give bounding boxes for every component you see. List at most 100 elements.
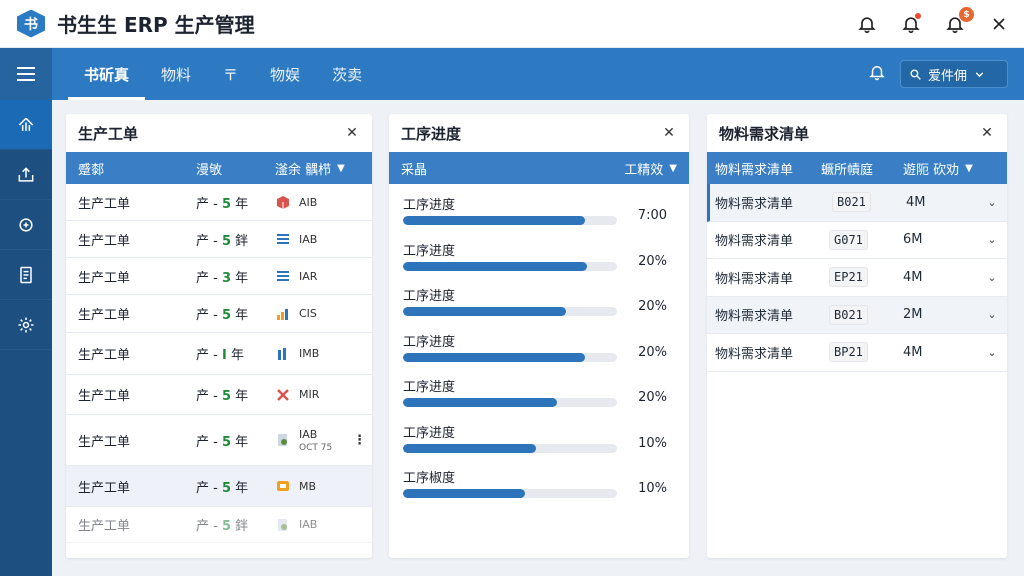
order-sub: OCT 75 bbox=[299, 442, 333, 453]
material-name: 物料需求清单 bbox=[715, 309, 794, 325]
order-code: IAB bbox=[299, 427, 318, 441]
close-icon[interactable] bbox=[988, 13, 1010, 35]
panel-title: 生产工单 bbox=[78, 124, 139, 143]
order-code: IAR bbox=[299, 269, 318, 283]
table-header: 物料需求清单 蟩所幘庭 遊阨 砍劝 ▼ bbox=[707, 152, 1007, 184]
close-icon[interactable]: ✕ bbox=[979, 125, 995, 141]
table-row[interactable]: 物料需求清单 B021 4M ⌄ bbox=[707, 184, 1007, 222]
progress-track bbox=[403, 307, 617, 316]
progress-fill bbox=[403, 443, 536, 453]
sidebar-item-export[interactable] bbox=[0, 150, 52, 200]
column-header[interactable]: 遊阨 砍劝 ▼ bbox=[899, 152, 1007, 184]
progress-value: 10% bbox=[638, 481, 667, 496]
export-icon bbox=[18, 166, 34, 182]
alert-bell-icon[interactable] bbox=[900, 13, 922, 35]
table-row[interactable]: 生产工单 产 - 3 年 IAR bbox=[66, 258, 372, 295]
order-code: AIB bbox=[299, 195, 318, 209]
progress-row: 工序进度 20% bbox=[389, 234, 689, 280]
order-duration: 产 - 5 年 bbox=[196, 196, 249, 212]
notification-bell-icon[interactable]: $ bbox=[944, 7, 974, 35]
table-row[interactable]: 生产工单 产 - 5 年 AIB bbox=[66, 184, 372, 221]
chevron-down-icon[interactable]: ⌄ bbox=[977, 271, 1007, 284]
tab-logistics[interactable]: 物娱 bbox=[254, 48, 316, 100]
table-row[interactable]: 物料需求清单 EP21 4M ⌄ bbox=[707, 259, 1007, 297]
order-code: IMB bbox=[299, 347, 320, 360]
table-row[interactable]: 生产工单 产 - 5 年 MIR bbox=[66, 375, 372, 415]
progress-track bbox=[403, 261, 617, 271]
tab-misc[interactable]: 〒 bbox=[207, 48, 254, 100]
bell-icon[interactable] bbox=[856, 13, 878, 35]
title-bar: 书 书生生 ERP 生产管理 $ bbox=[0, 0, 1024, 48]
material-qty: 4M bbox=[903, 269, 923, 285]
order-duration: 产 - 5 年 bbox=[196, 308, 249, 323]
material-requirements-panel: 物料需求清单 ✕ 物料需求清单 蟩所幘庭 遊阨 砍劝 ▼ 物料需求清单 B021 4M… bbox=[707, 114, 1007, 558]
order-status: MB bbox=[271, 478, 372, 494]
sidebar-item-settings[interactable] bbox=[0, 300, 52, 350]
column-header[interactable]: 蹙䣛 bbox=[66, 152, 186, 184]
sidebar-item-home[interactable] bbox=[0, 100, 52, 150]
progress-label: 工序进度 bbox=[403, 289, 456, 304]
material-code: B021 bbox=[813, 304, 899, 325]
notification-badge: $ bbox=[959, 7, 974, 22]
order-name: 生产工单 bbox=[78, 308, 131, 323]
progress-value: 20% bbox=[638, 344, 667, 360]
menu-icon[interactable] bbox=[0, 48, 52, 100]
column-header[interactable]: 采晶 bbox=[389, 152, 624, 184]
table-row[interactable]: 生产工单 产 - 5 年 CIS bbox=[66, 295, 372, 333]
alert-dot bbox=[915, 13, 921, 19]
table-row[interactable]: 物料需求清单 B021 2M ⌄ bbox=[707, 296, 1007, 334]
chevron-down-icon[interactable]: ⌄ bbox=[977, 308, 1007, 321]
orange-box-icon bbox=[275, 478, 291, 494]
column-header[interactable]: 工精效 ▼ bbox=[624, 152, 689, 184]
titlebar-actions: $ bbox=[856, 0, 1010, 48]
progress-value: 20% bbox=[638, 299, 667, 314]
chevron-down-icon[interactable]: ⌄ bbox=[977, 346, 1007, 359]
progress-value: 20% bbox=[638, 253, 667, 269]
nav-bell-icon[interactable] bbox=[868, 63, 886, 85]
table-row[interactable]: 生产工单 产 - 5 年 MB bbox=[66, 466, 372, 507]
material-code: EP21 bbox=[813, 267, 899, 288]
column-header[interactable]: 漫敂 bbox=[186, 152, 271, 184]
progress-row: 工序进度 7:00 bbox=[389, 188, 689, 234]
material-name: 物料需求清单 bbox=[715, 271, 794, 287]
order-duration: 产 - 5 年 bbox=[196, 480, 249, 496]
x-icon bbox=[275, 387, 291, 403]
chevron-down-icon[interactable]: ⌄ bbox=[977, 233, 1007, 246]
order-name: 生产工单 bbox=[78, 519, 131, 534]
close-icon[interactable]: ✕ bbox=[661, 125, 677, 141]
table-row[interactable]: 生产工单 产 - I 年 IMB bbox=[66, 333, 372, 375]
chevron-down-icon[interactable]: ⌄ bbox=[977, 196, 1007, 209]
user-menu-button[interactable]: 爱件佣 bbox=[900, 60, 1008, 88]
sidebar-item-report[interactable] bbox=[0, 250, 52, 300]
order-status: IAB bbox=[271, 517, 372, 533]
panel-title: 工序进度 bbox=[401, 124, 462, 143]
materials-list: 物料需求清单 B021 4M ⌄ 物料需求清单 G071 6M ⌄ 物料需求清单 EP21 4M ⌄ 物… bbox=[707, 184, 1007, 372]
order-name: 生产工单 bbox=[78, 196, 131, 212]
table-row[interactable]: 物料需求清单 BP21 4M ⌄ bbox=[707, 334, 1007, 372]
order-duration: 产 - 5 鉡 bbox=[196, 519, 249, 534]
close-icon[interactable]: ✕ bbox=[344, 125, 360, 141]
chevron-down-icon bbox=[975, 71, 984, 77]
column-header[interactable]: 蟩所幘庭 bbox=[813, 152, 899, 184]
table-row[interactable]: 物料需求清单 G071 6M ⌄ bbox=[707, 222, 1007, 259]
table-row[interactable]: 生产工单 产 - 5 鉡 IAB bbox=[66, 507, 372, 543]
more-icon[interactable]: ⋮ bbox=[353, 433, 366, 448]
tab-materials[interactable]: 物料 bbox=[145, 48, 207, 100]
material-qty: 6M bbox=[903, 232, 923, 248]
table-row[interactable]: 生产工单 产 - 5 鉡 IAB bbox=[66, 221, 372, 258]
column-header[interactable]: 物料需求清单 bbox=[707, 152, 813, 184]
tab-home[interactable]: 书斫真 bbox=[68, 48, 146, 100]
table-row[interactable]: 生产工单 产 - 5 年 IAB OCT 75 ⋮ bbox=[66, 415, 372, 466]
nav-right: 爱件佣 bbox=[868, 48, 1008, 100]
order-name: 生产工单 bbox=[78, 348, 131, 363]
process-list: 工序进度 7:00 工序进度 20% 工序进度 20% 工序进度 20% 工序进度 20% 工序进度… bbox=[389, 184, 689, 507]
column-header[interactable]: 滏余 髃栉 ▼ bbox=[271, 152, 372, 184]
progress-value: 10% bbox=[638, 435, 667, 451]
order-name: 生产工单 bbox=[78, 480, 131, 496]
material-name: 物料需求清单 bbox=[715, 234, 794, 250]
progress-fill bbox=[403, 216, 585, 225]
panel-title: 物料需求清单 bbox=[719, 124, 810, 143]
progress-fill bbox=[403, 398, 558, 407]
sidebar-item-routing[interactable] bbox=[0, 200, 52, 250]
tab-sales[interactable]: 茨卖 bbox=[316, 48, 378, 100]
